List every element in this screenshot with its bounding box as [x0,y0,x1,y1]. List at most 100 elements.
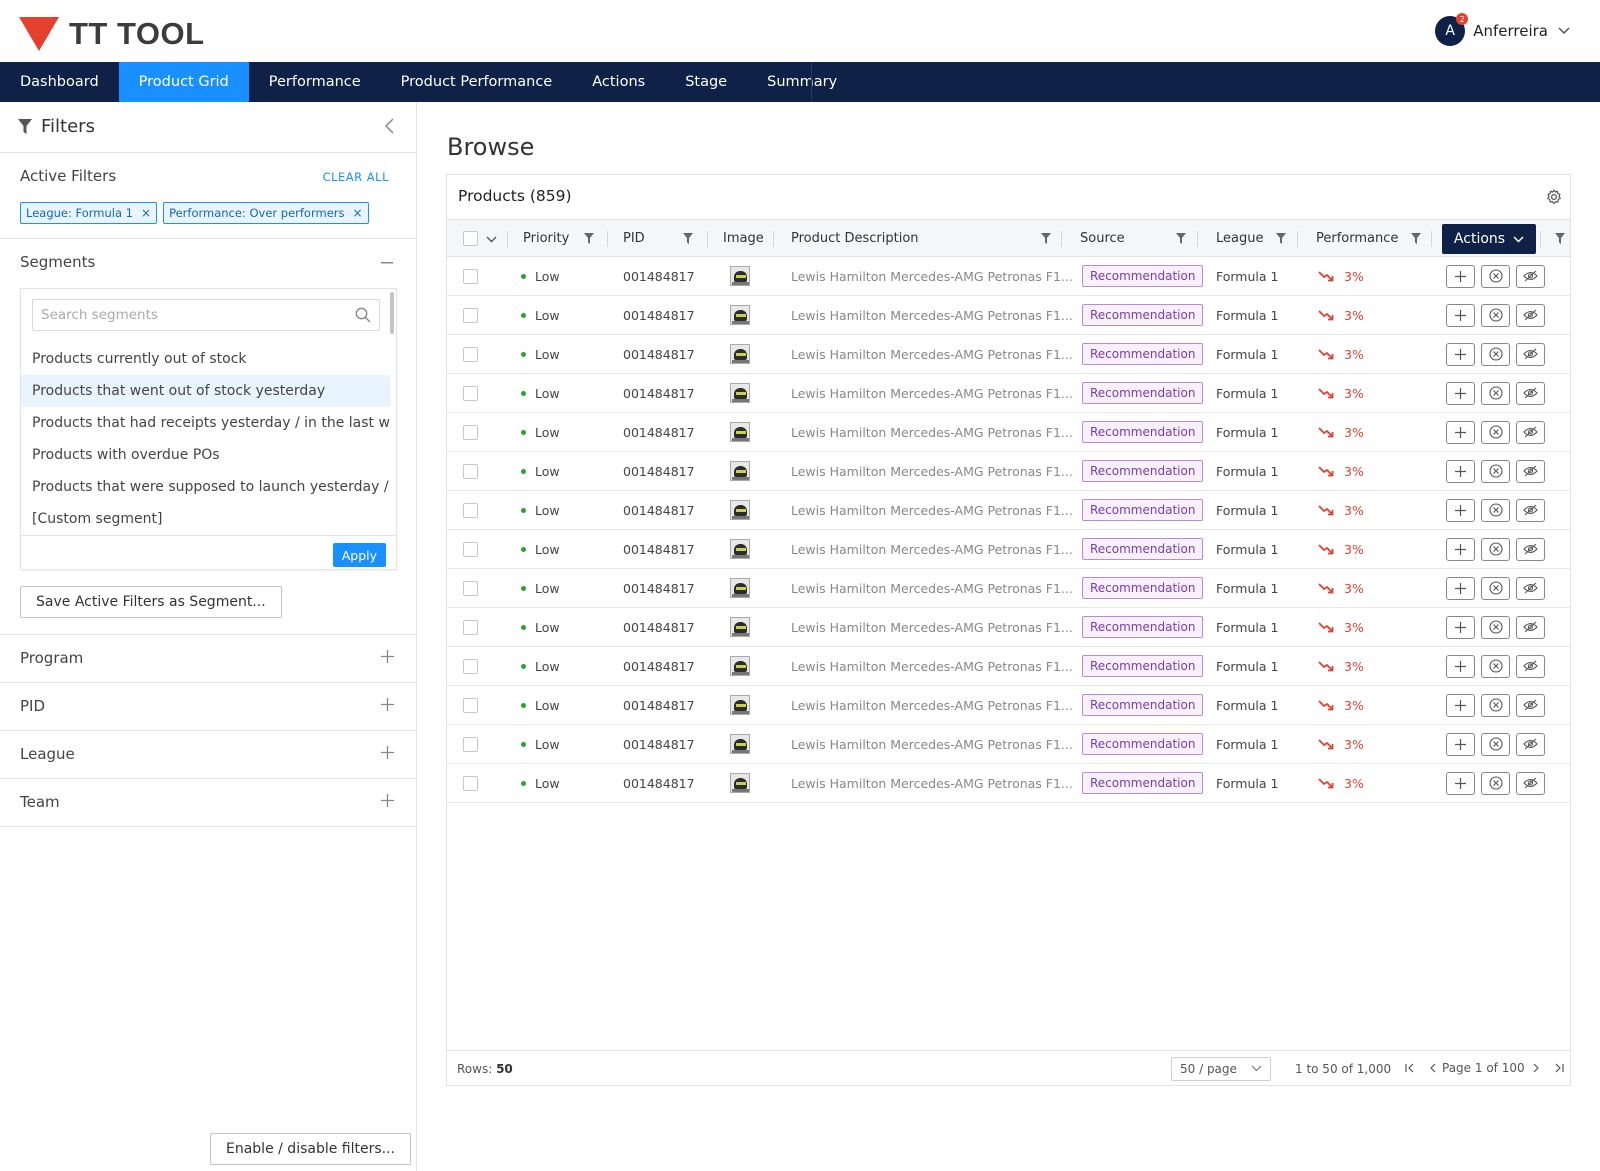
remove-button[interactable] [1481,420,1510,444]
table-row[interactable]: Low 001484817 Lewis Hamilton Mercedes-AMG … [447,764,1570,803]
table-row[interactable]: Low 001484817 Lewis Hamilton Mercedes-AMG … [447,725,1570,764]
segment-option[interactable]: Products currently out of stock [21,343,390,375]
hide-button[interactable] [1516,498,1545,522]
row-checkbox[interactable] [463,764,478,802]
save-segment-button[interactable]: Save Active Filters as Segment... [20,586,282,618]
row-checkbox[interactable] [463,374,478,412]
row-checkbox[interactable] [463,257,478,295]
add-button[interactable] [1446,342,1475,366]
product-thumbnail[interactable] [730,530,750,568]
table-row[interactable]: Low 001484817 Lewis Hamilton Mercedes-AMG … [447,413,1570,452]
hide-button[interactable] [1516,654,1545,678]
clear-all-link[interactable]: CLEAR ALL [323,170,389,184]
segment-option[interactable]: Products that had receipts yesterday / i… [21,407,390,439]
last-page-icon[interactable] [1554,1063,1564,1073]
chevron-down-icon[interactable] [1558,27,1570,35]
funnel-icon[interactable] [1176,233,1186,244]
scrollbar[interactable] [390,292,394,334]
remove-button[interactable] [1481,342,1510,366]
product-thumbnail[interactable] [730,452,750,490]
add-button[interactable] [1446,771,1475,795]
search-input[interactable] [33,300,333,330]
add-button[interactable] [1446,381,1475,405]
funnel-icon[interactable] [584,233,594,244]
row-checkbox[interactable] [463,452,478,490]
hide-button[interactable] [1516,420,1545,444]
plus-icon[interactable] [381,746,394,759]
row-checkbox[interactable] [463,530,478,568]
table-row[interactable]: Low 001484817 Lewis Hamilton Mercedes-AMG … [447,608,1570,647]
hide-button[interactable] [1516,693,1545,717]
nav-dashboard[interactable]: Dashboard [0,62,119,102]
remove-button[interactable] [1481,576,1510,600]
remove-button[interactable] [1481,459,1510,483]
filter-section-pid[interactable]: PID [0,683,416,731]
product-thumbnail[interactable] [730,725,750,763]
minus-icon[interactable] [381,262,393,264]
add-button[interactable] [1446,693,1475,717]
filter-section-team[interactable]: Team [0,779,416,827]
product-thumbnail[interactable] [730,764,750,802]
product-thumbnail[interactable] [730,608,750,646]
close-icon[interactable]: × [141,206,151,220]
table-row[interactable]: Low 001484817 Lewis Hamilton Mercedes-AMG … [447,569,1570,608]
remove-button[interactable] [1481,771,1510,795]
hide-button[interactable] [1516,264,1545,288]
table-row[interactable]: Low 001484817 Lewis Hamilton Mercedes-AMG … [447,257,1570,296]
hide-button[interactable] [1516,459,1545,483]
segment-option[interactable]: [Custom segment] [21,503,390,535]
column-header-description[interactable]: Product Description [791,220,919,257]
table-row[interactable]: Low 001484817 Lewis Hamilton Mercedes-AMG … [447,647,1570,686]
row-checkbox[interactable] [463,608,478,646]
hide-button[interactable] [1516,576,1545,600]
product-thumbnail[interactable] [730,296,750,334]
search-icon[interactable] [355,307,371,323]
table-row[interactable]: Low 001484817 Lewis Hamilton Mercedes-AMG … [447,296,1570,335]
product-thumbnail[interactable] [730,335,750,373]
avatar[interactable]: A 2 [1435,13,1469,46]
add-button[interactable] [1446,459,1475,483]
add-button[interactable] [1446,537,1475,561]
apply-button[interactable]: Apply [332,543,386,567]
remove-button[interactable] [1481,615,1510,639]
column-header-source[interactable]: Source [1080,220,1125,257]
table-row[interactable]: Low 001484817 Lewis Hamilton Mercedes-AMG … [447,452,1570,491]
enable-filters-button[interactable]: Enable / disable filters... [210,1133,412,1165]
hide-button[interactable] [1516,732,1545,756]
funnel-icon[interactable] [1041,233,1051,244]
nav-product-performance[interactable]: Product Performance [381,62,573,102]
remove-button[interactable] [1481,264,1510,288]
nav-stage[interactable]: Stage [665,62,747,102]
table-row[interactable]: Low 001484817 Lewis Hamilton Mercedes-AMG … [447,686,1570,725]
app-logo[interactable]: TT TOOL [19,16,205,52]
nav-summary[interactable]: Summary [747,62,857,102]
row-checkbox[interactable] [463,569,478,607]
nav-product-grid[interactable]: Product Grid [118,62,249,102]
segment-option[interactable]: Products that went out of stock yesterda… [21,375,390,407]
column-header-pid[interactable]: PID [623,220,645,257]
hide-button[interactable] [1516,771,1545,795]
remove-button[interactable] [1481,498,1510,522]
row-checkbox[interactable] [463,491,478,529]
chevron-left-icon[interactable] [384,118,394,134]
row-checkbox[interactable] [463,686,478,724]
remove-button[interactable] [1481,693,1510,717]
chevron-down-icon[interactable] [486,236,497,243]
funnel-icon[interactable] [1411,233,1421,244]
product-thumbnail[interactable] [730,257,750,295]
add-button[interactable] [1446,615,1475,639]
table-row[interactable]: Low 001484817 Lewis Hamilton Mercedes-AMG … [447,335,1570,374]
add-button[interactable] [1446,264,1475,288]
row-checkbox[interactable] [463,296,478,334]
add-button[interactable] [1446,498,1475,522]
hide-button[interactable] [1516,381,1545,405]
remove-button[interactable] [1481,537,1510,561]
add-button[interactable] [1446,303,1475,327]
prev-page-icon[interactable] [1429,1063,1436,1073]
product-thumbnail[interactable] [730,413,750,451]
hide-button[interactable] [1516,303,1545,327]
row-checkbox[interactable] [463,725,478,763]
funnel-icon[interactable] [683,233,693,244]
user-menu[interactable]: A 2 Anferreira [1435,13,1570,46]
hide-button[interactable] [1516,537,1545,561]
